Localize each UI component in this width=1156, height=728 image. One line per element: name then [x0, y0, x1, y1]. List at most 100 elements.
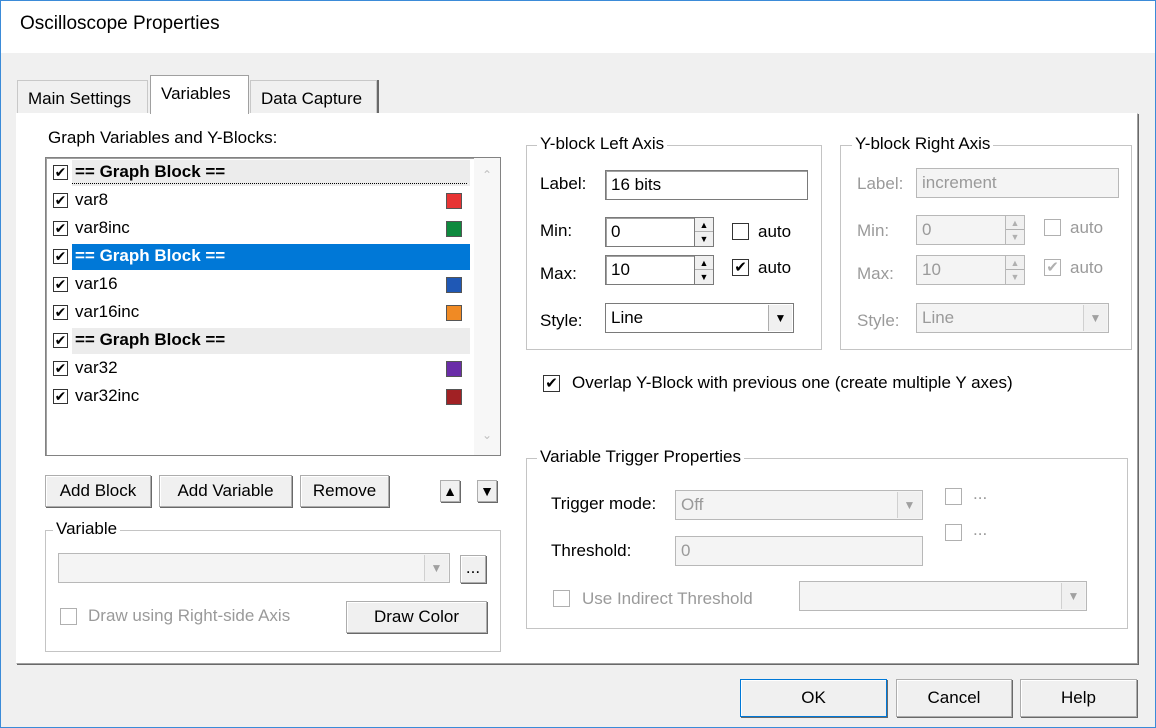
- spin-up-icon[interactable]: ▲: [1006, 216, 1024, 230]
- left-max-input[interactable]: 10: [605, 255, 695, 285]
- left-min-spinner[interactable]: ▲ ▼: [694, 217, 714, 247]
- combo-dropdown-icon[interactable]: ▼: [1083, 305, 1107, 331]
- left-label-caption: Label:: [540, 174, 587, 193]
- spin-up-icon[interactable]: ▲: [695, 256, 713, 270]
- variable-row[interactable]: ✔ var8inc: [48, 216, 470, 242]
- left-min-auto-checkbox[interactable]: [732, 223, 749, 240]
- row-checkbox[interactable]: ✔: [53, 333, 68, 348]
- row-label: var8: [75, 190, 109, 209]
- right-max-auto-label: auto: [1070, 258, 1104, 277]
- draw-color-button[interactable]: Draw Color: [346, 601, 487, 633]
- remove-button[interactable]: Remove: [300, 475, 389, 507]
- trigger-option1-checkbox[interactable]: [945, 488, 962, 505]
- left-style-combo[interactable]: Line ▼: [605, 303, 794, 333]
- button-label: Add Block: [59, 481, 137, 500]
- right-min-spinner[interactable]: ▲ ▼: [1005, 215, 1025, 245]
- right-min-caption: Min:: [857, 221, 890, 240]
- combo-dropdown-icon[interactable]: ▼: [1061, 583, 1085, 609]
- threshold-input[interactable]: 0: [675, 536, 923, 566]
- left-axis-label-input[interactable]: 16 bits: [605, 170, 808, 200]
- add-variable-button[interactable]: Add Variable: [159, 475, 292, 507]
- row-checkbox[interactable]: ✔: [53, 305, 68, 320]
- combo-dropdown-icon[interactable]: ▼: [897, 492, 921, 518]
- left-max-auto-checkbox[interactable]: ✔: [732, 259, 749, 276]
- left-min-input[interactable]: 0: [605, 217, 695, 247]
- variable-row[interactable]: ✔ var16inc: [48, 300, 470, 326]
- spin-down-icon[interactable]: ▼: [695, 270, 713, 284]
- variable-row[interactable]: ✔ var32: [48, 356, 470, 382]
- variable-row[interactable]: ✔ var16: [48, 272, 470, 298]
- scroll-up-icon[interactable]: ⌃: [482, 168, 492, 182]
- browse-button[interactable]: ...: [460, 555, 486, 583]
- ok-button[interactable]: OK: [740, 679, 887, 717]
- row-checkbox[interactable]: ✔: [53, 277, 68, 292]
- overlap-label: Overlap Y-Block with previous one (creat…: [572, 373, 1013, 392]
- right-max-input[interactable]: 10: [916, 255, 1006, 285]
- button-label: Cancel: [927, 688, 981, 707]
- left-max-auto-label: auto: [758, 258, 792, 277]
- right-max-spinner[interactable]: ▲ ▼: [1005, 255, 1025, 285]
- button-label: ...: [465, 558, 481, 577]
- combo-dropdown-icon[interactable]: ▼: [424, 555, 448, 581]
- scroll-down-icon[interactable]: ⌄: [482, 428, 492, 442]
- left-min-caption: Min:: [540, 221, 573, 240]
- row-checkbox[interactable]: ✔: [53, 221, 68, 236]
- row-label: var8inc: [75, 218, 130, 237]
- add-block-button[interactable]: Add Block: [45, 475, 151, 507]
- help-button[interactable]: Help: [1020, 679, 1137, 717]
- right-axis-label: Draw using Right-side Axis: [88, 606, 291, 625]
- left-axis-title: Y-block Left Axis: [537, 134, 668, 154]
- row-checkbox[interactable]: ✔: [53, 165, 68, 180]
- row-checkbox[interactable]: ✔: [53, 361, 68, 376]
- row-checkbox[interactable]: ✔: [53, 249, 68, 264]
- right-axis-label-input[interactable]: increment: [916, 168, 1119, 198]
- right-min-input[interactable]: 0: [916, 215, 1006, 245]
- variable-group: [45, 530, 501, 652]
- indirect-threshold-checkbox[interactable]: [553, 590, 570, 607]
- spin-down-icon[interactable]: ▼: [1006, 230, 1024, 244]
- button-label: Add Variable: [177, 481, 274, 500]
- list-scrollbar[interactable]: ⌃ ⌄: [474, 158, 500, 455]
- spin-up-icon[interactable]: ▲: [1006, 256, 1024, 270]
- right-min-auto-checkbox[interactable]: [1044, 219, 1061, 236]
- indirect-threshold-combo[interactable]: ▼: [799, 581, 1087, 611]
- variable-row[interactable]: ✔ var8: [48, 188, 470, 214]
- graph-variables-list[interactable]: ✔ == Graph Block == ✔ var8 ✔ var8inc ✔ == Graph…: [45, 157, 501, 456]
- arrow-glyph: ▼: [480, 483, 494, 499]
- cancel-button[interactable]: Cancel: [896, 679, 1012, 717]
- trigger-option2-checkbox[interactable]: [945, 524, 962, 541]
- row-label: var32: [75, 358, 118, 377]
- focus-dotted-line: [72, 183, 467, 184]
- spin-up-icon[interactable]: ▲: [695, 218, 713, 232]
- left-style-caption: Style:: [540, 311, 583, 330]
- row-checkbox[interactable]: ✔: [53, 389, 68, 404]
- right-axis-checkbox[interactable]: [60, 608, 77, 625]
- threshold-caption: Threshold:: [551, 541, 632, 560]
- spin-down-icon[interactable]: ▼: [695, 232, 713, 246]
- color-swatch: [446, 389, 462, 405]
- row-label: var16inc: [75, 302, 140, 321]
- left-max-caption: Max:: [540, 264, 577, 283]
- move-up-icon[interactable]: ▲: [440, 480, 460, 502]
- move-down-icon[interactable]: ▼: [477, 480, 497, 502]
- right-max-auto-checkbox[interactable]: ✔: [1044, 259, 1061, 276]
- variable-row[interactable]: ✔ var32inc: [48, 384, 470, 410]
- combo-dropdown-icon[interactable]: ▼: [768, 305, 792, 331]
- right-style-combo[interactable]: Line ▼: [916, 303, 1109, 333]
- overlap-checkbox[interactable]: ✔: [543, 375, 560, 392]
- row-checkbox[interactable]: ✔: [53, 193, 68, 208]
- variable-group-title: Variable: [53, 519, 121, 539]
- right-label-caption: Label:: [857, 174, 904, 193]
- graph-block-row[interactable]: ✔ == Graph Block ==: [48, 244, 470, 270]
- row-label: var32inc: [75, 386, 140, 405]
- row-label: == Graph Block ==: [75, 330, 226, 349]
- trigger-mode-combo[interactable]: Off ▼: [675, 490, 923, 520]
- left-max-spinner[interactable]: ▲ ▼: [694, 255, 714, 285]
- graph-block-row[interactable]: ✔ == Graph Block ==: [48, 328, 470, 354]
- spin-down-icon[interactable]: ▼: [1006, 270, 1024, 284]
- button-label: Remove: [312, 481, 377, 500]
- variable-combo[interactable]: ▼: [58, 553, 450, 583]
- left-min-auto-label: auto: [758, 222, 792, 241]
- trigger-option2-label: ...: [973, 520, 988, 539]
- color-swatch: [446, 361, 462, 377]
